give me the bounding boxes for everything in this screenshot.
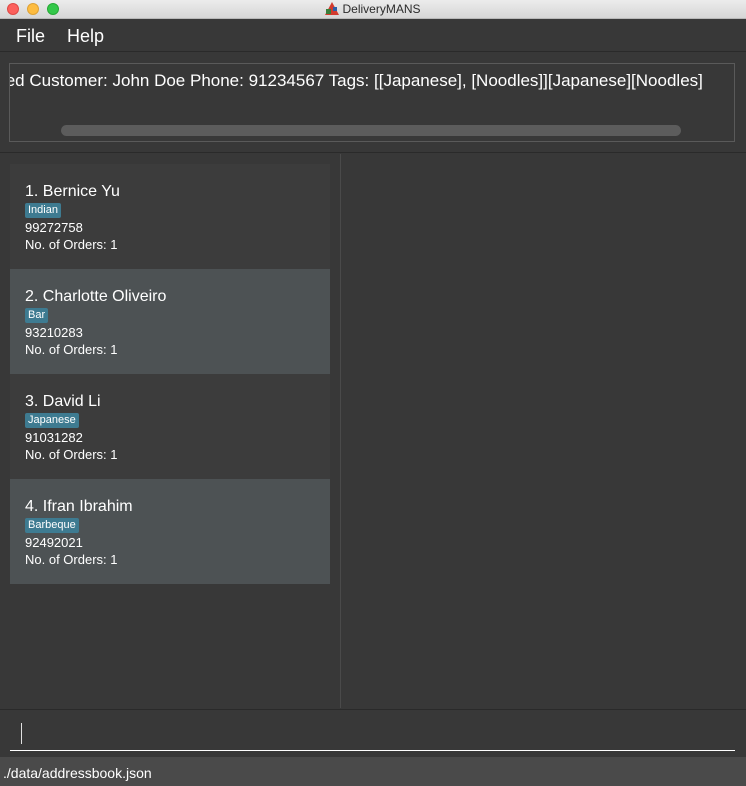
customer-order-count: No. of Orders: 1 [25,447,118,462]
customer-tag: Bar [25,308,49,323]
status-bar: ./data/addressbook.json [0,757,746,786]
result-message: ted Customer: John Doe Phone: 91234567 T… [9,71,703,90]
text-caret [21,723,22,744]
customer-order-count: No. of Orders: 1 [25,342,118,357]
customer-phone: 91031282 [25,430,83,445]
customer-name: 1. Bernice Yu [25,183,120,200]
menu-bar: File Help [0,19,746,52]
menu-file[interactable]: File [16,26,45,47]
command-input[interactable] [10,719,735,751]
result-display[interactable]: ted Customer: John Doe Phone: 91234567 T… [9,63,735,142]
horizontal-scrollbar[interactable] [61,125,681,136]
customer-tag: Barbeque [25,518,79,533]
customer-phone: 93210283 [25,325,83,340]
customer-name: 3. David Li [25,393,101,410]
app-logo-icon [325,2,340,15]
window-title-group: DeliveryMANS [0,2,746,16]
customer-name: 4. Ifran Ibrahim [25,498,133,515]
result-display-area: ted Customer: John Doe Phone: 91234567 T… [0,52,746,153]
customer-list-panel[interactable]: 1. Bernice Yu Indian 99272758 No. of Ord… [0,154,341,708]
customer-tag: Indian [25,203,61,218]
customer-name: 2. Charlotte Oliveiro [25,288,167,305]
window-title: DeliveryMANS [342,2,421,16]
customer-card[interactable]: 1. Bernice Yu Indian 99272758 No. of Ord… [10,164,330,269]
customer-tag: Japanese [25,413,79,428]
customer-card[interactable]: 3. David Li Japanese 91031282 No. of Ord… [10,374,330,479]
customer-order-count: No. of Orders: 1 [25,552,118,567]
customer-card[interactable]: 4. Ifran Ibrahim Barbeque 92492021 No. o… [10,479,330,584]
detail-panel [342,154,746,708]
menu-help[interactable]: Help [67,26,104,47]
customer-order-count: No. of Orders: 1 [25,237,118,252]
command-box-area [0,709,746,756]
window-titlebar: DeliveryMANS [0,0,746,19]
customer-phone: 99272758 [25,220,83,235]
customer-phone: 92492021 [25,535,83,550]
customer-card[interactable]: 2. Charlotte Oliveiro Bar 93210283 No. o… [10,269,330,374]
save-location-path: ./data/addressbook.json [3,765,152,781]
